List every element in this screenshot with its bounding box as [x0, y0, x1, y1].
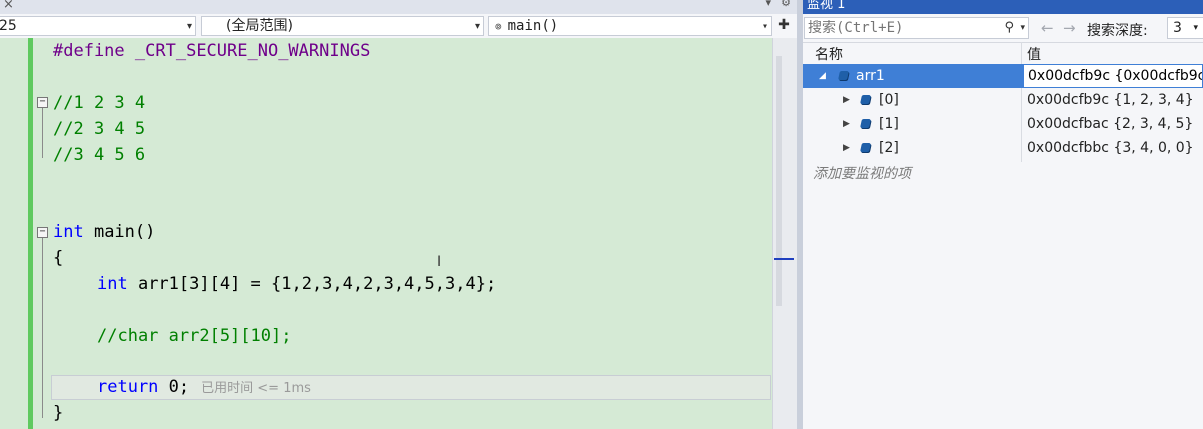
scope-combo-label: (全局范围): [226, 18, 293, 34]
watch-row-value[interactable]: 0x00dcfbac {2, 3, 4, 5}: [1027, 112, 1193, 136]
tab-list-dropdown-icon[interactable]: ▾: [765, 0, 771, 9]
fold-guide: [42, 108, 43, 158]
collapse-icon[interactable]: −: [37, 227, 48, 238]
code-line: #define _CRT_SECURE_NO_WARNINGS: [53, 38, 370, 64]
navigation-bar: 25 ▾ (全局范围) ▾ ⊚ main() ▾ ✚: [0, 14, 797, 39]
arrow-right-icon[interactable]: →: [1063, 19, 1076, 37]
project-combo[interactable]: 25 ▾: [0, 16, 196, 36]
add-watch-item[interactable]: 添加要监视的项: [803, 162, 1203, 186]
expand-triangle-icon[interactable]: ▶: [843, 112, 850, 136]
keyword: int: [97, 274, 128, 294]
editor-tab-strip: × ▾ ⚙: [0, 0, 797, 15]
expand-triangle-icon[interactable]: ▶: [843, 88, 850, 112]
preprocessor-directive: #define: [53, 41, 125, 61]
perf-tip[interactable]: 已用时间 <= 1ms: [201, 381, 311, 396]
code-editor[interactable]: − − #define _CRT_SECURE_NO_WARNINGS //1 …: [0, 38, 798, 429]
variable-icon: [860, 143, 871, 152]
expand-triangle-icon[interactable]: ▶: [843, 136, 850, 160]
code-line: return 0; 已用时间 <= 1ms: [97, 374, 311, 400]
keyword: int: [53, 222, 84, 242]
search-icon[interactable]: ⚲: [1004, 18, 1014, 38]
vertical-scrollbar[interactable]: [772, 38, 798, 429]
gear-icon[interactable]: ⚙: [781, 0, 791, 9]
code-text: main(): [83, 222, 156, 242]
watch-row-value[interactable]: 0x00dcfbbc {3, 4, 0, 0}: [1027, 136, 1194, 160]
search-input[interactable]: [808, 20, 998, 36]
watch-row[interactable]: ▶ [2] 0x00dcfbbc {3, 4, 0, 0}: [803, 136, 1203, 160]
search-depth-value: 3: [1173, 20, 1182, 36]
scroll-position-marker: [774, 258, 794, 260]
chevron-down-icon: ▾: [761, 21, 768, 32]
code-text: arr1[3][4] = {1,2,3,4,2,3,4,5,3,4};: [127, 274, 497, 294]
code-line: int arr1[3][4] = {1,2,3,4,2,3,4,5,3,4};: [97, 271, 496, 297]
code-area[interactable]: − − #define _CRT_SECURE_NO_WARNINGS //1 …: [33, 38, 772, 429]
keyword: return: [97, 377, 159, 397]
collapse-icon[interactable]: −: [37, 97, 48, 108]
code-line: //1 2 3 4: [53, 93, 146, 113]
fold-guide: [42, 238, 43, 418]
watch-row-name: [0]: [879, 92, 899, 108]
scope-combo[interactable]: (全局范围) ▾: [201, 16, 484, 36]
chevron-down-icon[interactable]: ▾: [1020, 18, 1025, 38]
project-combo-label: 25: [0, 18, 17, 34]
watch-row-value[interactable]: 0x00dcfb9c {0x00dcfb9c: [1023, 64, 1203, 88]
watch-row[interactable]: ▶ [0] 0x00dcfb9c {1, 2, 3, 4}: [803, 88, 1203, 112]
watch-title[interactable]: 监视 1: [803, 0, 1203, 14]
watch-row[interactable]: ▶ [1] 0x00dcfbac {2, 3, 4, 5}: [803, 112, 1203, 136]
watch-row-name: [2]: [879, 140, 899, 156]
column-header-name[interactable]: 名称: [815, 44, 843, 64]
watch-column-header: 名称 值: [803, 42, 1203, 64]
chevron-down-icon: ▾: [1193, 23, 1198, 33]
watch-row[interactable]: ◢ arr1 0x00dcfb9c {0x00dcfb9c: [803, 64, 1203, 88]
close-icon[interactable]: ×: [3, 0, 14, 12]
column-header-value[interactable]: 值: [1027, 44, 1041, 64]
search-depth-label: 搜索深度:: [1087, 23, 1148, 39]
code-line: //char arr2[5][10];: [97, 326, 292, 346]
variable-icon: [860, 119, 871, 128]
variable-icon: [838, 71, 849, 80]
arrow-left-icon[interactable]: ←: [1041, 19, 1054, 37]
split-window-button[interactable]: ✚: [775, 16, 793, 36]
chevron-down-icon: ▾: [474, 21, 480, 32]
watch-row-name: arr1: [856, 68, 885, 84]
i-beam-cursor-icon: I: [437, 254, 442, 270]
code-line: int main(): [53, 219, 155, 245]
watch-row-value[interactable]: 0x00dcfb9c {1, 2, 3, 4}: [1027, 88, 1194, 112]
function-icon: ⊚: [495, 20, 502, 33]
code-line: }: [53, 403, 64, 423]
code-line: //3 4 5 6: [53, 145, 146, 165]
code-line: //2 3 4 5: [53, 119, 146, 139]
function-combo[interactable]: ⊚ main() ▾: [488, 16, 772, 36]
collapse-triangle-icon[interactable]: ◢: [819, 64, 826, 88]
scrollbar-thumb[interactable]: [776, 56, 782, 306]
macro-name: _CRT_SECURE_NO_WARNINGS: [134, 41, 371, 61]
variable-icon: [860, 95, 871, 104]
code-text: 0;: [158, 377, 190, 397]
watch-search-box[interactable]: ⚲ ▾: [804, 17, 1029, 39]
watch-row-name: [1]: [879, 116, 899, 132]
search-depth-select[interactable]: 3 ▾: [1167, 17, 1203, 39]
watch-toolbar: ⚲ ▾ ← → 搜索深度: 3 ▾: [803, 14, 1203, 43]
code-line: {: [53, 248, 64, 268]
watch-panel: 监视 1 ⚲ ▾ ← → 搜索深度: 3 ▾ 名称 值 ◢ arr1 0x00d…: [803, 0, 1203, 429]
function-combo-label: main(): [507, 18, 559, 34]
chevron-down-icon: ▾: [186, 21, 192, 32]
add-watch-item-label: 添加要监视的项: [813, 166, 911, 182]
